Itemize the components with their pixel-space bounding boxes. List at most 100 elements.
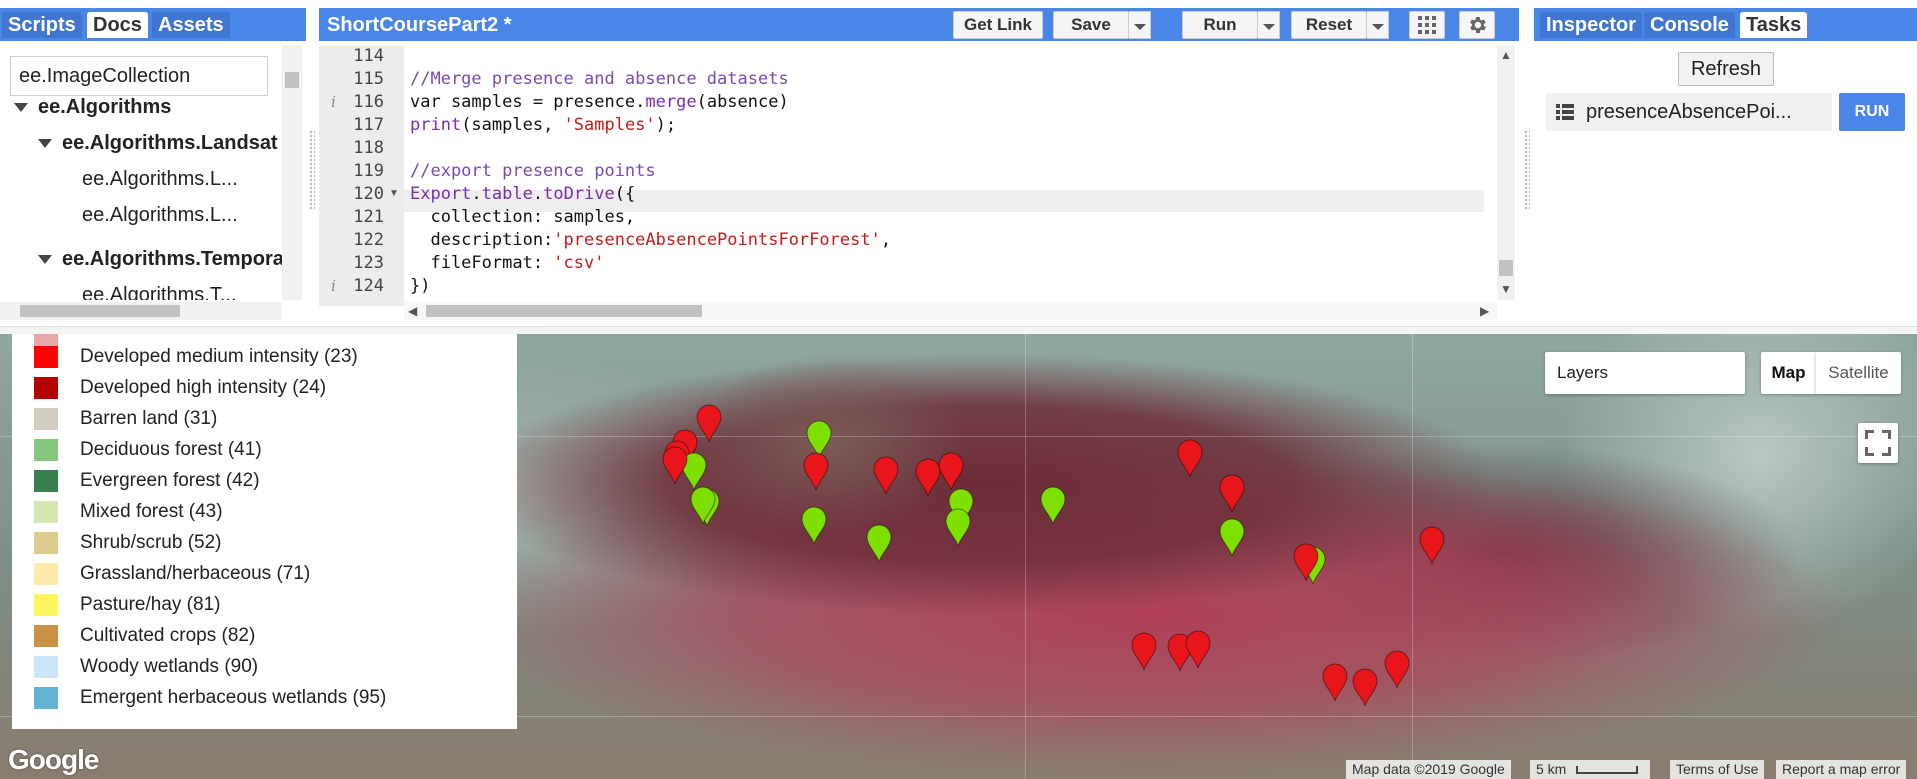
code-line[interactable]: //Merge presence and absence datasets [410,69,789,89]
legend-swatch [34,377,58,399]
absence-marker-icon[interactable] [915,458,941,497]
legend-swatch [34,687,58,709]
presence-marker-icon[interactable] [1040,486,1066,525]
fold-toggle-icon[interactable]: ▼ [389,188,399,199]
run-dropdown-icon[interactable] [1258,11,1280,39]
scroll-thumb[interactable] [20,305,180,317]
absence-marker-icon[interactable] [873,456,899,495]
reset-dropdown-icon[interactable] [1367,11,1389,39]
editor-horizontal-scrollbar[interactable]: ◀ ▶ [404,302,1497,320]
presence-marker-icon[interactable] [945,508,971,547]
code-editor-workspace: Scripts Docs Assets ee.ImageCollection e… [0,0,1917,330]
tab-inspector[interactable]: Inspector [1540,12,1643,38]
fullscreen-icon[interactable] [1858,423,1898,463]
tree-item-ee-algorithms[interactable]: ee.Algorithms [14,96,171,119]
reset-button[interactable]: Reset [1291,11,1367,39]
absence-marker-icon[interactable] [1185,630,1211,669]
legend-swatch [34,625,58,647]
tab-tasks[interactable]: Tasks [1740,12,1808,38]
absence-marker-icon[interactable] [1322,663,1348,702]
code-line[interactable]: collection: samples, [410,207,635,227]
scroll-right-icon[interactable]: ▶ [1480,304,1489,318]
map-resize-handle[interactable] [0,326,1917,334]
scroll-left-icon[interactable]: ◀ [408,304,417,318]
legend-label: Developed high intensity (24) [80,377,327,398]
map-canvas[interactable]: Developed medium intensity (23) Developed… [0,334,1917,779]
legend-label: Barren land (31) [80,408,218,429]
code-line[interactable]: print(samples, 'Samples'); [410,115,676,135]
save-dropdown-icon[interactable] [1129,11,1151,39]
absence-marker-icon[interactable] [1419,526,1445,565]
save-button[interactable]: Save [1053,11,1129,39]
report-map-error-link[interactable]: Report a map error [1776,760,1907,779]
scroll-thumb[interactable] [426,305,702,317]
code-line[interactable]: }) [410,276,430,296]
panel-resize-handle-left[interactable] [309,130,315,210]
scroll-down-icon[interactable]: ▼ [1500,282,1512,296]
scroll-thumb[interactable] [1499,260,1513,276]
docs-vertical-scrollbar[interactable] [282,46,302,300]
tree-item-landsat[interactable]: ee.Algorithms.Landsat [38,132,278,155]
tree-item-landsat-fn-1[interactable]: ee.Algorithms.L... [82,168,238,191]
map-type-map-button[interactable]: Map [1761,352,1816,394]
line-number: 119 [353,161,384,181]
tree-item-temporal-fn-1[interactable]: ee.Algorithms.T... [82,284,237,300]
get-link-button[interactable]: Get Link [953,11,1043,39]
absence-marker-icon[interactable] [696,404,722,443]
settings-gear-icon[interactable] [1459,11,1495,39]
code-line[interactable]: Export.table.toDrive({ [410,184,635,204]
task-run-button[interactable]: RUN [1839,93,1905,131]
presence-marker-icon[interactable] [806,420,832,459]
absence-marker-icon[interactable] [1177,439,1203,478]
legend-swatch [34,346,58,368]
absence-marker-icon[interactable] [938,452,964,491]
absence-marker-icon[interactable] [1352,668,1378,707]
absence-marker-icon[interactable] [1384,650,1410,689]
absence-marker-icon[interactable] [662,446,688,485]
apps-grid-icon[interactable] [1409,11,1445,39]
line-number: 121 [353,207,384,227]
presence-marker-icon[interactable] [1219,518,1245,557]
legend-swatch [34,594,58,616]
layers-dropdown[interactable]: Layers [1545,352,1745,394]
info-icon[interactable]: i [331,277,336,295]
tab-assets[interactable]: Assets [152,12,230,38]
presence-marker-icon[interactable] [690,486,716,525]
refresh-button[interactable]: Refresh [1678,52,1774,86]
code-line[interactable]: fileFormat: 'csv' [410,253,604,273]
table-list-icon [1556,104,1574,120]
legend-label: Emergent herbaceous wetlands (95) [80,687,387,708]
docs-horizontal-scrollbar[interactable] [0,302,282,320]
expand-triangle-icon[interactable] [14,103,28,113]
absence-marker-icon[interactable] [1219,474,1245,513]
expand-triangle-icon[interactable] [38,255,52,265]
landcover-legend: Developed medium intensity (23) Developed… [12,334,517,729]
absence-marker-icon[interactable] [803,452,829,491]
code-line[interactable]: //export presence points [410,161,656,181]
scroll-thumb[interactable] [285,72,299,88]
tree-item-landsat-fn-2[interactable]: ee.Algorithms.L... [82,204,238,227]
code-line[interactable]: description:'presenceAbsencePointsForFor… [410,230,891,250]
legend-label: Deciduous forest (41) [80,439,262,460]
tab-console[interactable]: Console [1644,12,1735,38]
tab-scripts[interactable]: Scripts [2,12,82,38]
map-type-satellite-button[interactable]: Satellite [1816,352,1901,394]
presence-marker-icon[interactable] [866,524,892,563]
docs-search-input[interactable]: ee.ImageCollection [10,56,268,96]
panel-resize-handle-right[interactable] [1524,130,1530,210]
code-line[interactable]: var samples = presence.merge(absence) [410,92,789,112]
presence-marker-icon[interactable] [801,506,827,545]
tab-docs[interactable]: Docs [87,12,148,38]
scroll-up-icon[interactable]: ▲ [1500,48,1512,62]
tree-item-temporal[interactable]: ee.Algorithms.Tempora [38,248,284,271]
absence-marker-icon[interactable] [1131,632,1157,671]
tree-item-label: ee.Algorithms [38,96,172,118]
legend-label: Woody wetlands (90) [80,656,259,677]
run-button[interactable]: Run [1182,11,1258,39]
map-scale[interactable]: 5 km [1530,760,1650,779]
task-row[interactable]: presenceAbsencePoi... [1546,93,1832,131]
info-icon[interactable]: i [331,93,336,111]
expand-triangle-icon[interactable] [38,139,52,149]
terms-of-use-link[interactable]: Terms of Use [1670,760,1765,779]
editor-vertical-scrollbar[interactable]: ▲ ▼ [1497,46,1515,300]
